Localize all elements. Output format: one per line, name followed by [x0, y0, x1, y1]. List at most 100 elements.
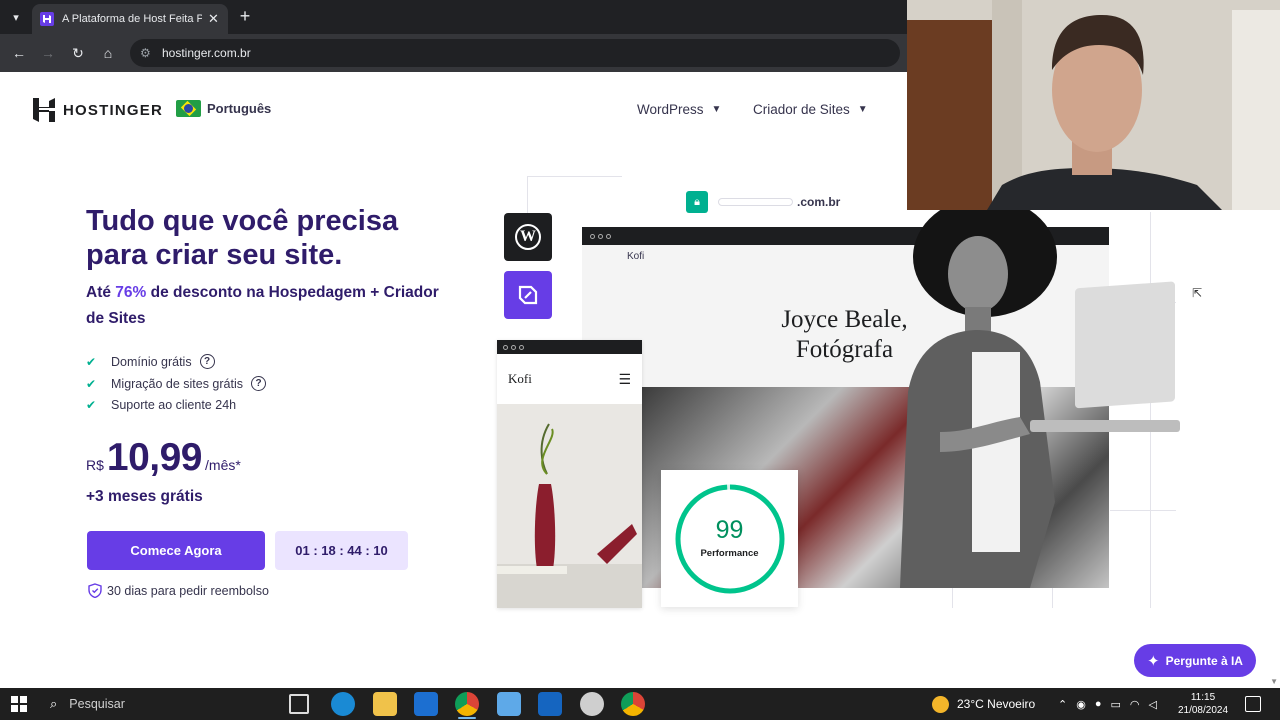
domain-search-bar: 🔒︎ .com.br — [686, 189, 858, 215]
webcam-person-image — [907, 0, 1280, 210]
meet-icon[interactable]: ◉ — [1076, 698, 1086, 711]
divider — [952, 588, 953, 608]
volume-icon[interactable]: ◁ — [1149, 698, 1157, 711]
active-app-indicator — [458, 717, 476, 719]
refund-text: 30 dias para pedir reembolso — [107, 583, 269, 598]
discount-highlight: 76% — [115, 284, 147, 301]
wordpress-icon: W — [515, 224, 541, 250]
price: R$ 10,99 /mês* — [86, 436, 241, 480]
address-bar[interactable]: ⚙ hostinger.com.br — [130, 39, 900, 67]
divider — [1052, 588, 1053, 608]
website-builder-logo-tile — [504, 271, 552, 319]
chrome-profile-icon[interactable] — [621, 692, 645, 716]
address-url: hostinger.com.br — [162, 46, 251, 60]
chrome-icon[interactable] — [455, 692, 479, 716]
microphone-icon[interactable]: ● — [1095, 698, 1102, 710]
hostinger-logo[interactable]: HOSTINGER — [33, 98, 163, 122]
browser-tab-active[interactable]: A Plataforma de Host Feita Para ✕ — [32, 4, 228, 34]
lock-icon: 🔒︎ — [686, 191, 708, 213]
window-dot-icon — [598, 233, 603, 239]
nav-item-label: Criador de Sites — [753, 102, 850, 117]
battery-icon[interactable]: ▭ — [1110, 698, 1120, 711]
preview-brand: Kofi — [627, 251, 645, 262]
feature-item: ✔ Migração de sites grátis ? — [86, 376, 267, 391]
check-icon: ✔ — [86, 354, 97, 369]
recorder-icon[interactable] — [580, 692, 604, 716]
windows-start-icon[interactable] — [11, 696, 27, 712]
vase-photo — [497, 404, 642, 608]
windows-taskbar: ⌕ Pesquisar 23°C Nevoeiro ⌃ ◉ ● ▭ ◠ ◁ 11… — [0, 688, 1280, 720]
help-question-icon[interactable]: ? — [199, 354, 215, 369]
weather-sun-icon — [932, 695, 949, 713]
domain-placeholder — [718, 198, 793, 206]
mobile-site-preview: Kofi ☰ — [497, 340, 642, 608]
weather-text: 23°C Nevoeiro — [957, 697, 1036, 711]
window-dot-icon — [590, 233, 595, 239]
hamburger-menu-icon: ☰ — [618, 370, 631, 387]
site-info-icon[interactable]: ⚙ — [140, 46, 156, 60]
window-dot-icon — [503, 344, 508, 350]
window-dot-icon — [519, 344, 524, 350]
clock-date: 21/08/2024 — [1177, 705, 1229, 716]
window-titlebar — [497, 340, 642, 354]
ask-ai-button[interactable]: ✦ Pergunte à IA — [1134, 644, 1256, 677]
shield-check-icon — [88, 583, 102, 598]
notepad-icon[interactable] — [497, 692, 521, 716]
nav-item-criador-de-sites[interactable]: Criador de Sites ▼ — [753, 102, 868, 117]
domain-suffix: .com.br — [797, 195, 841, 209]
task-view-icon[interactable] — [289, 694, 309, 714]
mail-icon[interactable] — [414, 692, 438, 716]
mobile-header: Kofi ☰ — [497, 354, 642, 404]
brazil-flag-icon — [176, 100, 201, 117]
language-label: Português — [207, 101, 272, 116]
window-dot-icon — [606, 233, 611, 239]
performance-card: 99 Performance — [661, 470, 798, 607]
search-icon: ⌕ — [50, 696, 58, 711]
performance-score: 99 — [715, 515, 744, 544]
taskbar-search-placeholder: Pesquisar — [69, 697, 125, 711]
app-icon[interactable] — [538, 692, 562, 716]
photographer-woman-image — [900, 202, 1180, 588]
chevron-down-icon: ▼ — [711, 104, 722, 115]
vase-illustration — [497, 423, 642, 608]
website-builder-icon — [518, 285, 538, 305]
back-arrow-icon[interactable]: ← — [10, 44, 28, 62]
sparkle-icon: ✦ — [1147, 652, 1160, 670]
taskbar-search[interactable]: ⌕ Pesquisar — [40, 688, 280, 720]
tab-search-menu-icon[interactable]: ▾ — [6, 7, 26, 27]
file-explorer-icon[interactable] — [373, 692, 397, 716]
refund-guarantee: 30 dias para pedir reembolso — [88, 583, 269, 598]
help-question-icon[interactable]: ? — [251, 376, 267, 391]
hostinger-logo-icon — [33, 98, 55, 122]
logo-text: HOSTINGER — [63, 101, 163, 119]
hero-subtitle-pre: Até — [86, 284, 116, 301]
edge-browser-icon[interactable] — [331, 692, 355, 716]
nav-item-wordpress[interactable]: WordPress ▼ — [637, 102, 721, 117]
wifi-icon[interactable]: ◠ — [1130, 698, 1140, 711]
notification-icon[interactable] — [1245, 696, 1261, 712]
price-period: /mês* — [205, 457, 241, 473]
ask-ai-label: Pergunte à IA — [1165, 653, 1243, 668]
home-icon[interactable]: ⌂ — [99, 44, 117, 62]
weather-widget[interactable]: 23°C Nevoeiro — [932, 688, 1035, 720]
scrollbar-arrow-icon[interactable]: ▼ — [1270, 677, 1278, 686]
taskbar-clock[interactable]: 11:15 21/08/2024 — [1176, 691, 1230, 717]
reload-icon[interactable]: ↻ — [69, 44, 87, 62]
tab-close-icon[interactable]: ✕ — [208, 11, 219, 27]
bonus-months: +3 meses grátis — [86, 488, 203, 505]
start-now-button[interactable]: Comece Agora — [87, 531, 265, 570]
hero-subtitle: Até 76% de desconto na Hospedagem + Cria… — [86, 280, 446, 332]
check-icon: ✔ — [86, 398, 97, 412]
window-dot-icon — [511, 344, 516, 350]
feature-label: Domínio grátis — [111, 354, 192, 369]
forward-arrow-icon[interactable]: → — [39, 44, 57, 62]
wordpress-logo-tile: W — [504, 213, 552, 261]
price-amount: 10,99 — [106, 436, 203, 479]
countdown-timer: 01 : 18 : 44 : 10 — [275, 531, 408, 570]
feature-label: Suporte ao cliente 24h — [111, 398, 237, 412]
new-tab-button[interactable]: + — [235, 6, 255, 27]
language-selector[interactable]: Português — [176, 100, 271, 117]
clock-time: 11:15 — [1190, 692, 1216, 703]
chevron-up-icon[interactable]: ⌃ — [1058, 698, 1067, 711]
hero-title: Tudo que você precisa para criar seu sit… — [86, 205, 399, 271]
